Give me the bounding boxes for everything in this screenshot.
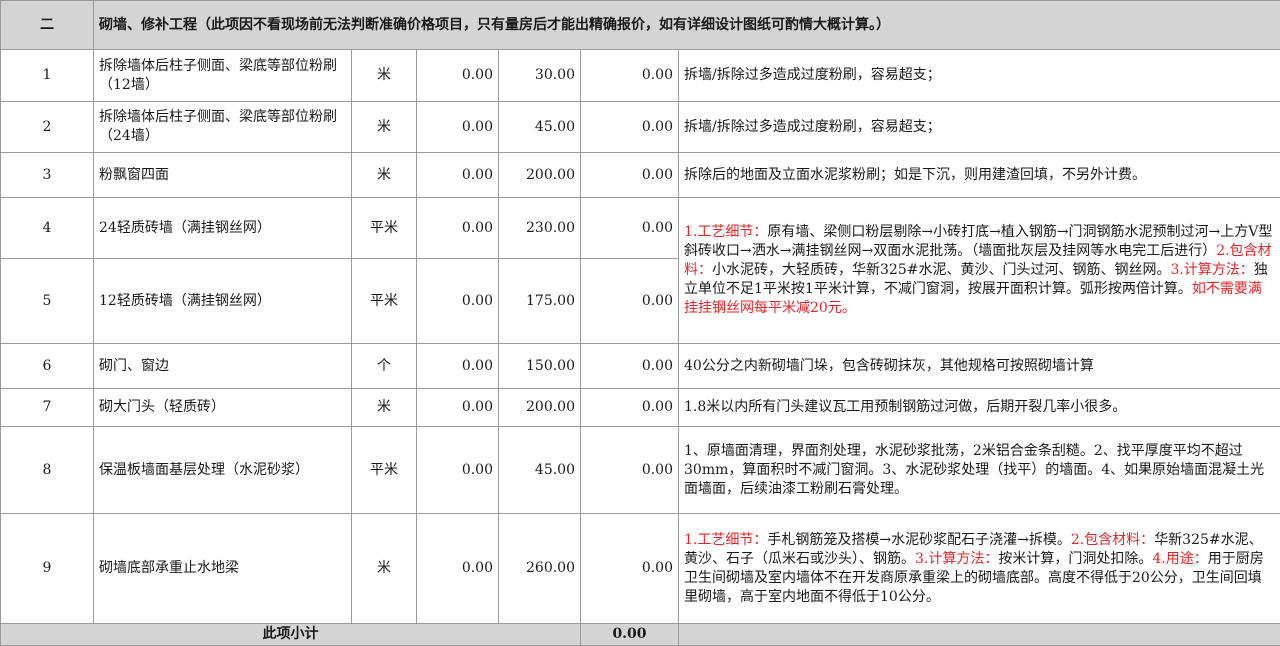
process-detail-label: 1.工艺细节：	[684, 224, 767, 240]
item-description[interactable]: 40公分之内新砌墙门垛，包含砖砌抹灰，其他规格可按照砌墙计算	[679, 344, 1280, 389]
item-unit-price[interactable]: 150.00	[499, 344, 581, 389]
subtotal-label[interactable]: 此项小计	[1, 624, 581, 646]
item-quantity[interactable]: 0.00	[417, 102, 499, 153]
item-unit-price[interactable]: 30.00	[499, 50, 581, 102]
table-row: 4 24轻质砖墙（满挂钢丝网） 平米 0.00 230.00 0.00 1.工艺…	[1, 198, 1280, 259]
item-description[interactable]: 拆墙/拆除过多造成过度粉刷，容易超支；	[679, 102, 1280, 153]
item-total[interactable]: 0.00	[581, 259, 679, 344]
row-number[interactable]: 4	[1, 198, 94, 259]
item-total[interactable]: 0.00	[581, 102, 679, 153]
item-name[interactable]: 砌门、窗边	[94, 344, 352, 389]
section-number[interactable]: 二	[1, 1, 94, 50]
item-description[interactable]: 1.工艺细节：手札钢筋笼及搭模→水泥砂浆配石子浇灌→拆模。2.包含材料：华新32…	[679, 514, 1280, 624]
quote-sheet: 二 砌墙、修补工程（此项因不看现场前无法判断准确价格项目，只有量房后才能出精确报…	[0, 0, 1280, 646]
calc-method-text: 按米计算，门洞处扣除。	[998, 551, 1152, 567]
item-total[interactable]: 0.00	[581, 427, 679, 514]
item-total[interactable]: 0.00	[581, 50, 679, 102]
item-name[interactable]: 砌大门头（轻质砖）	[94, 389, 352, 427]
subtotal-row: 此项小计 0.00	[1, 624, 1280, 646]
row-number[interactable]: 3	[1, 153, 94, 198]
item-unit[interactable]: 米	[352, 102, 417, 153]
process-detail-label: 1.工艺细节：	[684, 532, 767, 548]
row-number[interactable]: 8	[1, 427, 94, 514]
item-total[interactable]: 0.00	[581, 389, 679, 427]
item-unit[interactable]: 米	[352, 50, 417, 102]
item-name[interactable]: 保温板墙面基层处理（水泥砂浆）	[94, 427, 352, 514]
item-quantity[interactable]: 0.00	[417, 427, 499, 514]
item-unit-price[interactable]: 200.00	[499, 389, 581, 427]
item-total[interactable]: 0.00	[581, 514, 679, 624]
item-unit[interactable]: 平米	[352, 259, 417, 344]
process-detail-text: 原有墙、梁侧口粉层剔除→小砖打底→植入钢筋→门洞钢筋水泥预制过河→上方V型斜砖收…	[684, 224, 1272, 259]
subtotal-blank-cell[interactable]	[679, 624, 1280, 646]
item-total[interactable]: 0.00	[581, 153, 679, 198]
materials-label: 2.包含材料：	[1071, 532, 1154, 548]
table-row: 9 砌墙底部承重止水地梁 米 0.00 260.00 0.00 1.工艺细节：手…	[1, 514, 1280, 624]
item-unit-price[interactable]: 45.00	[499, 102, 581, 153]
item-quantity[interactable]: 0.00	[417, 198, 499, 259]
item-description[interactable]: 1.8米以内所有门头建议瓦工用预制钢筋过河做，后期开裂几率小很多。	[679, 389, 1280, 427]
row-number[interactable]: 9	[1, 514, 94, 624]
materials-text: 小水泥砖，大轻质砖，华新325#水泥、黄沙、门头过河、钢筋、钢丝网。	[712, 262, 1170, 278]
item-name[interactable]: 拆除墙体后柱子侧面、梁底等部位粉刷（12墙）	[94, 50, 352, 102]
item-description[interactable]: 1、原墙面清理，界面剂处理，水泥砂浆批荡，2米铝合金条刮糙。2、找平厚度平均不超…	[679, 427, 1280, 514]
item-unit-price[interactable]: 230.00	[499, 198, 581, 259]
process-detail-text: 手札钢筋笼及搭模→水泥砂浆配石子浇灌→拆模。	[767, 532, 1070, 548]
row-number[interactable]: 5	[1, 259, 94, 344]
item-unit[interactable]: 平米	[352, 198, 417, 259]
item-description[interactable]: 拆墙/拆除过多造成过度粉刷，容易超支；	[679, 50, 1280, 102]
merged-description[interactable]: 1.工艺细节：原有墙、梁侧口粉层剔除→小砖打底→植入钢筋→门洞钢筋水泥预制过河→…	[679, 198, 1280, 344]
item-quantity[interactable]: 0.00	[417, 389, 499, 427]
item-total[interactable]: 0.00	[581, 344, 679, 389]
item-unit-price[interactable]: 260.00	[499, 514, 581, 624]
item-unit[interactable]: 米	[352, 389, 417, 427]
table-row: 1 拆除墙体后柱子侧面、梁底等部位粉刷（12墙） 米 0.00 30.00 0.…	[1, 50, 1280, 102]
item-description[interactable]: 拆除后的地面及立面水泥浆粉刷；如是下沉，则用建渣回填，不另外计费。	[679, 153, 1280, 198]
section-header-row: 二 砌墙、修补工程（此项因不看现场前无法判断准确价格项目，只有量房后才能出精确报…	[1, 1, 1280, 50]
calc-method-label: 3.计算方法：	[915, 551, 998, 567]
item-name[interactable]: 拆除墙体后柱子侧面、梁底等部位粉刷（24墙）	[94, 102, 352, 153]
item-name[interactable]: 粉飘窗四面	[94, 153, 352, 198]
item-unit[interactable]: 个	[352, 344, 417, 389]
item-unit[interactable]: 平米	[352, 427, 417, 514]
section-title[interactable]: 砌墙、修补工程（此项因不看现场前无法判断准确价格项目，只有量房后才能出精确报价，…	[94, 1, 1280, 50]
item-quantity[interactable]: 0.00	[417, 153, 499, 198]
item-unit-price[interactable]: 45.00	[499, 427, 581, 514]
row-number[interactable]: 2	[1, 102, 94, 153]
usage-label: 4.用途：	[1152, 551, 1207, 567]
item-unit[interactable]: 米	[352, 514, 417, 624]
item-name[interactable]: 24轻质砖墙（满挂钢丝网）	[94, 198, 352, 259]
table-row: 7 砌大门头（轻质砖） 米 0.00 200.00 0.00 1.8米以内所有门…	[1, 389, 1280, 427]
subtotal-value[interactable]: 0.00	[581, 624, 679, 646]
item-unit-price[interactable]: 175.00	[499, 259, 581, 344]
item-quantity[interactable]: 0.00	[417, 514, 499, 624]
calc-method-label: 3.计算方法：	[1170, 262, 1253, 278]
item-name[interactable]: 砌墙底部承重止水地梁	[94, 514, 352, 624]
row-number[interactable]: 6	[1, 344, 94, 389]
table-row: 3 粉飘窗四面 米 0.00 200.00 0.00 拆除后的地面及立面水泥浆粉…	[1, 153, 1280, 198]
row-number[interactable]: 7	[1, 389, 94, 427]
item-name[interactable]: 12轻质砖墙（满挂钢丝网）	[94, 259, 352, 344]
table-row: 6 砌门、窗边 个 0.00 150.00 0.00 40公分之内新砌墙门垛，包…	[1, 344, 1280, 389]
item-unit-price[interactable]: 200.00	[499, 153, 581, 198]
item-quantity[interactable]: 0.00	[417, 259, 499, 344]
item-quantity[interactable]: 0.00	[417, 344, 499, 389]
item-unit[interactable]: 米	[352, 153, 417, 198]
table-row: 8 保温板墙面基层处理（水泥砂浆） 平米 0.00 45.00 0.00 1、原…	[1, 427, 1280, 514]
item-quantity[interactable]: 0.00	[417, 50, 499, 102]
table-row: 2 拆除墙体后柱子侧面、梁底等部位粉刷（24墙） 米 0.00 45.00 0.…	[1, 102, 1280, 153]
row-number[interactable]: 1	[1, 50, 94, 102]
item-total[interactable]: 0.00	[581, 198, 679, 259]
